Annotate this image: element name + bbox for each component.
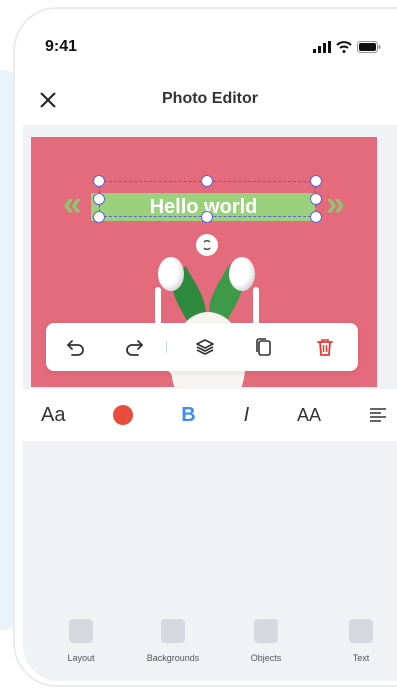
- cellular-signal-icon: [313, 41, 331, 53]
- earbud-right: [229, 257, 255, 291]
- nav-backgrounds[interactable]: Backgrounds: [133, 619, 213, 663]
- text-format-bar: Aa B I AA: [23, 389, 397, 441]
- resize-handle-bottom-right[interactable]: [310, 211, 322, 223]
- layout-icon: [69, 619, 93, 643]
- banner-left-chevron: «: [63, 185, 82, 223]
- text-icon: [349, 619, 373, 643]
- backgrounds-icon: [161, 619, 185, 643]
- rotate-icon: [203, 240, 211, 250]
- status-bar: 9:41: [23, 17, 397, 75]
- status-time: 9:41: [45, 38, 78, 55]
- copy-button[interactable]: [241, 325, 285, 369]
- page-title: Photo Editor: [162, 90, 258, 107]
- text-color-button[interactable]: [113, 405, 134, 425]
- copy-icon: [256, 338, 271, 356]
- redo-icon: [126, 340, 143, 356]
- app-screen: 9:41 Photo Editor « » Hello world Aa B I…: [23, 17, 397, 681]
- resize-handle-top-right[interactable]: [310, 175, 322, 187]
- nav-label: Layout: [67, 653, 95, 663]
- nav-objects[interactable]: Objects: [226, 619, 306, 663]
- floating-toolbar: [46, 323, 358, 371]
- delete-button[interactable]: [303, 325, 347, 369]
- nav-layout[interactable]: Layout: [41, 619, 121, 663]
- redo-button[interactable]: [112, 325, 156, 369]
- uppercase-button[interactable]: AA: [297, 405, 321, 426]
- phone-frame: 9:41 Photo Editor « » Hello world Aa B I…: [13, 7, 397, 687]
- undo-icon: [67, 340, 84, 356]
- app-header: Photo Editor: [23, 75, 397, 125]
- nav-label: Backgrounds: [146, 653, 200, 663]
- align-button[interactable]: [369, 407, 387, 423]
- resize-handle-bottom-center[interactable]: [201, 211, 213, 223]
- trash-icon: [317, 339, 333, 356]
- banner-right-chevron: »: [326, 185, 345, 223]
- status-icons: [313, 41, 381, 53]
- nav-text[interactable]: Text: [321, 619, 397, 663]
- earbud-left: [158, 257, 184, 291]
- undo-button[interactable]: [54, 325, 98, 369]
- color-swatch: [113, 405, 134, 425]
- font-button[interactable]: Aa: [41, 404, 65, 427]
- toolbar-separator: [166, 341, 167, 353]
- italic-button[interactable]: I: [244, 404, 250, 427]
- resize-handle-top-left[interactable]: [93, 175, 105, 187]
- photo-canvas[interactable]: « » Hello world: [31, 137, 377, 387]
- bold-button[interactable]: B: [181, 404, 195, 427]
- rotate-handle[interactable]: [196, 234, 218, 256]
- resize-handle-top-center[interactable]: [201, 175, 213, 187]
- layers-button[interactable]: [183, 325, 227, 369]
- align-left-icon: [369, 408, 386, 422]
- nav-label: Objects: [250, 653, 282, 663]
- battery-icon: [357, 41, 381, 53]
- objects-icon: [254, 619, 278, 643]
- bottom-navigation: Layout Backgrounds Objects Text: [23, 609, 397, 681]
- resize-handle-bottom-left[interactable]: [93, 211, 105, 223]
- resize-handle-middle-left[interactable]: [93, 193, 105, 205]
- layers-icon: [196, 339, 214, 355]
- wifi-icon: [336, 41, 352, 53]
- resize-handle-middle-right[interactable]: [310, 193, 322, 205]
- nav-label: Text: [352, 653, 370, 663]
